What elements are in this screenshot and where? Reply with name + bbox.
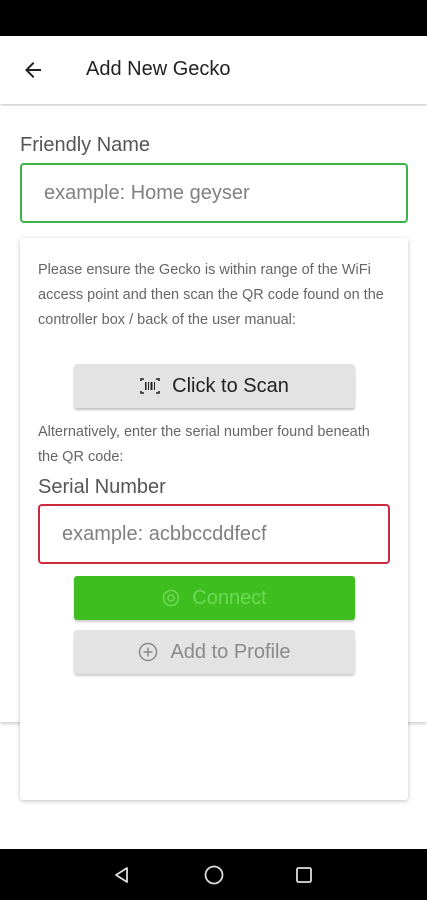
- scan-instructions: Please ensure the Gecko is within range …: [38, 262, 384, 328]
- content-panel: Friendly Name Please ensure the Gecko is…: [0, 106, 427, 800]
- add-circle-icon: [138, 642, 158, 662]
- connect-card: Please ensure the Gecko is within range …: [20, 238, 408, 800]
- nav-recents-square-icon: [296, 867, 312, 883]
- nav-recents-button[interactable]: [290, 861, 318, 889]
- back-button[interactable]: [14, 52, 52, 88]
- serial-number-label: Serial Number: [38, 476, 166, 498]
- status-bar: [0, 0, 427, 36]
- friendly-name-label: Friendly Name: [20, 134, 151, 156]
- serial-number-input[interactable]: [38, 504, 390, 564]
- connect-button[interactable]: Connect: [74, 576, 355, 620]
- connect-icon: [162, 589, 180, 607]
- scan-button[interactable]: Click to Scan: [74, 364, 355, 408]
- scan-button-label: Click to Scan: [172, 374, 289, 397]
- connect-button-label: Connect: [192, 586, 267, 609]
- system-nav-bar: [0, 849, 427, 900]
- alternative-instructions: Alternatively, enter the serial number f…: [38, 424, 370, 465]
- add-to-profile-button[interactable]: Add to Profile: [74, 630, 355, 674]
- app-bar: Add New Gecko: [0, 36, 427, 104]
- page-title: Add New Gecko: [86, 58, 231, 80]
- nav-home-button[interactable]: [200, 861, 228, 889]
- nav-back-button[interactable]: [108, 861, 136, 889]
- arrow-left-icon: [25, 62, 41, 78]
- add-to-profile-label: Add to Profile: [170, 640, 291, 663]
- nav-back-triangle-icon: [115, 867, 128, 883]
- barcode-scan-icon: [140, 378, 160, 394]
- friendly-name-input[interactable]: [20, 163, 408, 223]
- nav-home-circle-icon: [204, 865, 224, 885]
